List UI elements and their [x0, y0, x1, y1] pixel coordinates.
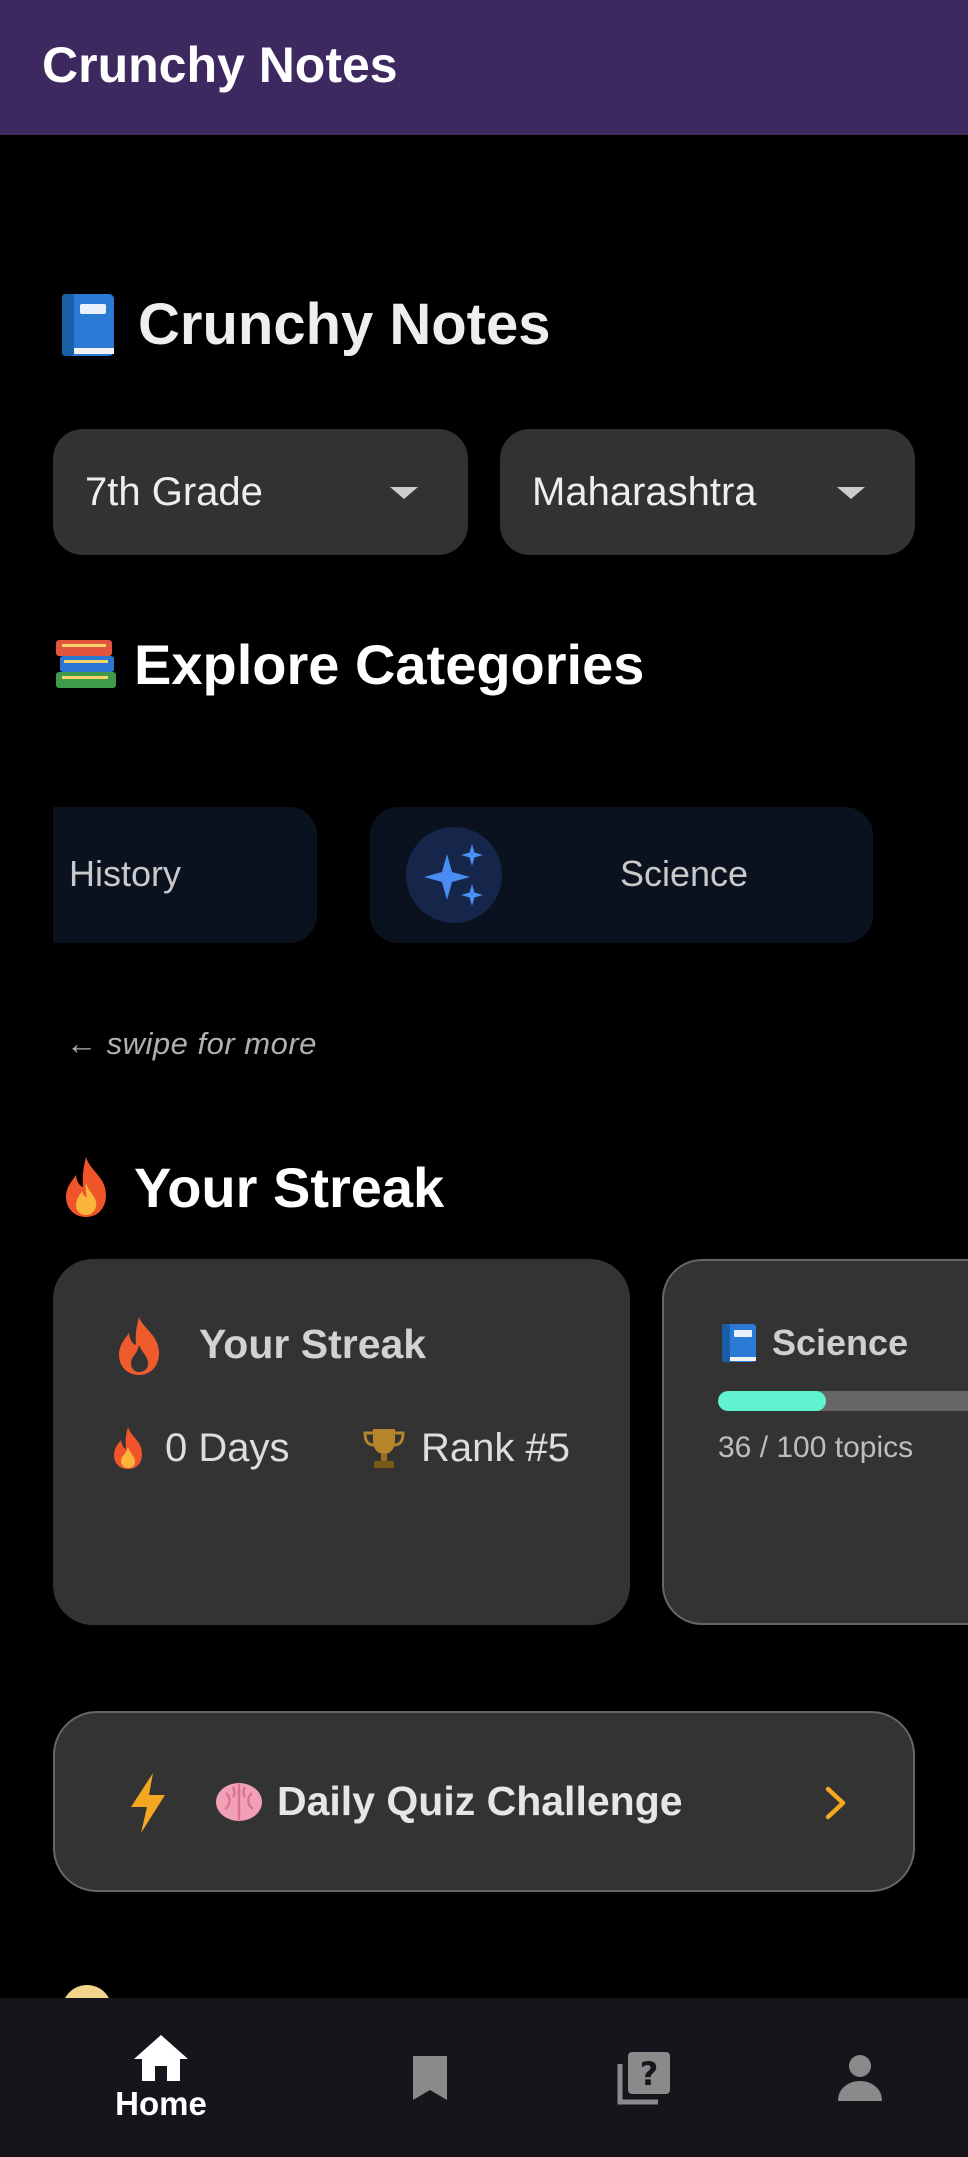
category-label: Science: [620, 853, 749, 894]
progress-bar: [718, 1391, 968, 1411]
nav-home[interactable]: Home: [100, 1998, 222, 2157]
progress-bar-fill: [718, 1391, 826, 1411]
quiz-icon: ?: [617, 2051, 670, 2104]
blue-book-icon: [722, 1324, 756, 1362]
streak-days: 0 Days: [105, 1425, 290, 1471]
swipe-hint: ← swipe for more: [66, 1026, 317, 1061]
streak-rank: Rank #5: [361, 1425, 570, 1471]
home-icon: [134, 2034, 188, 2081]
nav-profile[interactable]: [820, 1998, 900, 2157]
books-icon: [56, 640, 116, 688]
streak-card[interactable]: Your Streak 0 Days Rank #5: [53, 1259, 630, 1625]
nav-home-label: Home: [115, 2084, 207, 2122]
app-bar: Crunchy Notes: [0, 0, 968, 135]
daily-quiz-button[interactable]: Daily Quiz Challenge: [53, 1711, 915, 1892]
grade-dropdown[interactable]: 7th Grade: [53, 429, 468, 555]
page-title-text: Crunchy Notes: [138, 291, 551, 357]
nav-bookmarks[interactable]: [390, 1998, 470, 2157]
grade-dropdown-value: 7th Grade: [85, 469, 263, 514]
bookmark-icon: [413, 2055, 447, 2100]
flame-icon: [119, 1317, 159, 1375]
streak-section-title: Your Streak: [134, 1155, 445, 1219]
chevron-down-icon: [390, 487, 418, 499]
category-card-history[interactable]: History: [53, 807, 317, 943]
chevron-right-icon: [825, 1786, 846, 1820]
chevron-down-icon: [837, 487, 865, 499]
categories-heading: Explore Categories: [52, 630, 644, 698]
profile-icon: [838, 2054, 882, 2101]
sparkles-icon: [406, 827, 502, 923]
subject-progress-card[interactable]: Science 36 / 100 topics: [662, 1259, 968, 1625]
svg-text:?: ?: [640, 2055, 659, 2093]
category-label: History: [69, 853, 182, 894]
fire-icon: [66, 1157, 106, 1217]
state-dropdown[interactable]: Maharashtra: [500, 429, 915, 555]
category-card-science[interactable]: Science: [370, 807, 873, 943]
bottom-navigation: Home ?: [0, 1998, 968, 2157]
state-dropdown-value: Maharashtra: [532, 469, 757, 514]
categories-title: Explore Categories: [134, 632, 645, 696]
blue-book-icon: [62, 294, 114, 356]
streak-rank-value: Rank #5: [421, 1425, 570, 1470]
brain-icon: [216, 1783, 262, 1821]
streak-card-title: Your Streak: [199, 1321, 427, 1367]
trophy-icon: [363, 1429, 405, 1468]
fire-icon: [114, 1427, 142, 1469]
progress-subject-name: Science: [772, 1322, 909, 1363]
progress-count: 36 / 100 topics: [718, 1431, 914, 1464]
streak-days-value: 0 Days: [165, 1425, 290, 1470]
daily-quiz-label: Daily Quiz Challenge: [213, 1775, 683, 1827]
page-title: Crunchy Notes: [54, 286, 551, 362]
lightning-icon: [131, 1773, 165, 1833]
progress-subject: Science: [718, 1321, 908, 1365]
app-bar-title: Crunchy Notes: [42, 37, 398, 93]
nav-quiz[interactable]: ?: [604, 1998, 684, 2157]
streak-heading: Your Streak: [52, 1153, 444, 1221]
daily-quiz-text: Daily Quiz Challenge: [277, 1777, 683, 1824]
